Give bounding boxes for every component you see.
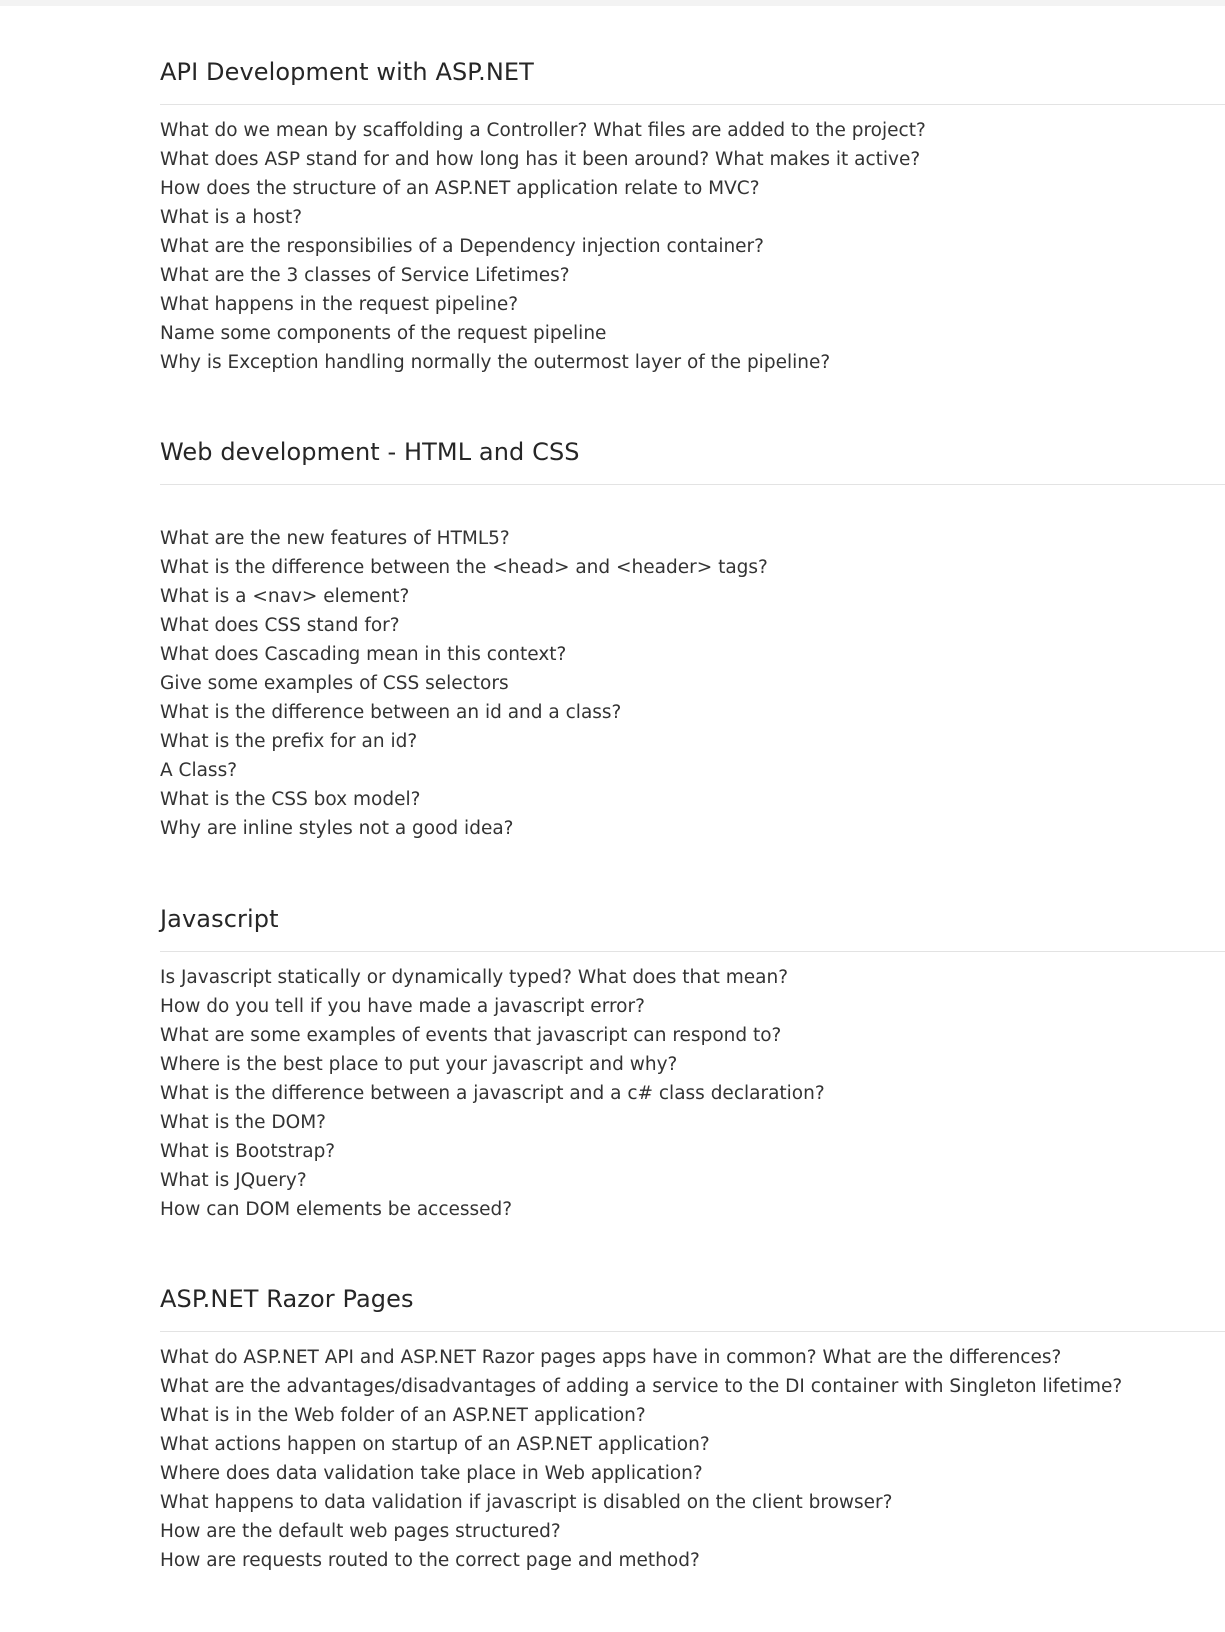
question-item: What is Bootstrap?	[160, 1141, 336, 1162]
question-item: What actions happen on startup of an ASP…	[160, 1434, 710, 1455]
question-item: Why are inline styles not a good idea?	[160, 818, 514, 839]
section-divider	[160, 951, 1225, 952]
question-item: A Class?	[160, 760, 238, 781]
question-item: What are the advantages/disadvantages of…	[160, 1376, 1123, 1397]
section-razor-pages: ASP.NET Razor Pages What do ASP.NET API …	[160, 1285, 1225, 1585]
question-item: What are the 3 classes of Service Lifeti…	[160, 265, 570, 286]
question-item: What do we mean by scaffolding a Control…	[160, 120, 926, 141]
section-title: API Development with ASP.NET	[160, 58, 534, 86]
question-item: What does Cascading mean in this context…	[160, 644, 567, 665]
question-item: What is the difference between the <head…	[160, 557, 768, 578]
section-title: Javascript	[160, 905, 279, 933]
question-item: What is a host?	[160, 207, 303, 228]
section-divider	[160, 1331, 1225, 1332]
question-item: What is the DOM?	[160, 1112, 326, 1133]
section-web-development: Web development - HTML and CSS What are …	[160, 438, 1225, 839]
question-list: What are the new features of HTML5? What…	[160, 524, 768, 843]
question-item: Is Javascript statically or dynamically …	[160, 967, 789, 988]
section-divider	[160, 104, 1225, 105]
question-item: What is a <nav> element?	[160, 586, 410, 607]
question-item: Give some examples of CSS selectors	[160, 673, 509, 694]
question-item: What are some examples of events that ja…	[160, 1025, 782, 1046]
question-item: How can DOM elements be accessed?	[160, 1199, 513, 1220]
question-item: What is the prefix for an id?	[160, 731, 418, 752]
section-api-development: API Development with ASP.NET What do we …	[160, 58, 1225, 378]
question-item: What is the difference between a javascr…	[160, 1083, 825, 1104]
question-list: What do ASP.NET API and ASP.NET Razor pa…	[160, 1343, 1122, 1575]
question-item: What is the difference between an id and…	[160, 702, 622, 723]
question-item: What happens to data validation if javas…	[160, 1492, 893, 1513]
question-item: What does CSS stand for?	[160, 615, 400, 636]
question-item: What is in the Web folder of an ASP.NET …	[160, 1405, 646, 1426]
question-item: How are the default web pages structured…	[160, 1521, 561, 1542]
question-item: How do you tell if you have made a javas…	[160, 996, 645, 1017]
question-item: What do ASP.NET API and ASP.NET Razor pa…	[160, 1347, 1062, 1368]
top-strip	[0, 0, 1225, 6]
question-item: What are the responsibilies of a Depende…	[160, 236, 764, 257]
question-item: How are requests routed to the correct p…	[160, 1550, 700, 1571]
section-divider	[160, 484, 1225, 485]
section-javascript: Javascript Is Javascript statically or d…	[160, 905, 1225, 1225]
question-item: How does the structure of an ASP.NET app…	[160, 178, 760, 199]
question-item: Where does data validation take place in…	[160, 1463, 703, 1484]
section-title: Web development - HTML and CSS	[160, 438, 580, 466]
question-item: What does ASP stand for and how long has…	[160, 149, 921, 170]
question-item: What are the new features of HTML5?	[160, 528, 510, 549]
question-item: What happens in the request pipeline?	[160, 294, 519, 315]
question-list: Is Javascript statically or dynamically …	[160, 963, 825, 1224]
question-list: What do we mean by scaffolding a Control…	[160, 116, 926, 377]
question-item: What is the CSS box model?	[160, 789, 421, 810]
question-item: Where is the best place to put your java…	[160, 1054, 678, 1075]
question-item: Why is Exception handling normally the o…	[160, 352, 831, 373]
question-item: Name some components of the request pipe…	[160, 323, 607, 344]
section-title: ASP.NET Razor Pages	[160, 1285, 414, 1313]
question-item: What is JQuery?	[160, 1170, 307, 1191]
